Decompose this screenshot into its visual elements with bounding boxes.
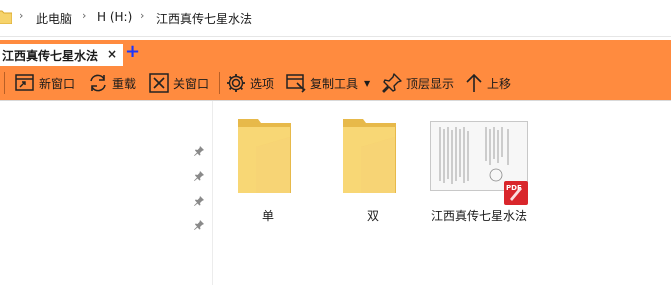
up-button[interactable]: 上移 (464, 66, 511, 100)
options-label: 选项 (250, 76, 275, 91)
tab-active[interactable]: 江西真传七星水法 × (0, 42, 123, 66)
navigation-pane[interactable] (0, 101, 213, 285)
toolbar: 新窗口 重载 关窗口 选项 复制工具 ▼ 顶层显示 上移 (0, 66, 671, 101)
copy-tool-icon (285, 72, 307, 94)
pin-icon (381, 72, 403, 94)
folder-icon (339, 115, 401, 198)
toolbar-divider (219, 72, 220, 94)
options-button[interactable]: 选项 (225, 66, 274, 100)
copy-tool-button[interactable]: 复制工具 ▼ (285, 66, 370, 100)
dropdown-arrow-icon[interactable]: ▼ (364, 79, 370, 88)
file-name: 双 (366, 209, 379, 223)
gear-icon (225, 72, 247, 94)
toolbar-divider (4, 72, 5, 94)
tab-bar: 江西真传七星水法 × + (0, 40, 671, 66)
breadcrumb-this-pc[interactable]: 此电脑 (36, 10, 72, 27)
pdf-badge-label: PDF (506, 184, 522, 192)
close-icon[interactable]: × (107, 47, 117, 61)
folder-icon (0, 10, 13, 27)
file-name: 单 (261, 209, 274, 223)
new-window-icon (14, 72, 36, 94)
breadcrumb-current-folder[interactable]: 江西真传七星水法 (156, 10, 252, 27)
new-window-button[interactable]: 新窗口 (14, 66, 75, 100)
chevron-right-icon[interactable]: › (140, 9, 144, 22)
file-name: 江西真传七星水法 (430, 209, 527, 223)
copy-tool-label: 复制工具 (310, 76, 359, 91)
pdf-icon: PDF (504, 181, 528, 208)
pin-icon[interactable] (193, 195, 205, 210)
pin-icon[interactable] (193, 219, 205, 234)
pin-icon[interactable] (193, 145, 205, 160)
arrow-up-icon (464, 72, 484, 94)
refresh-icon (87, 72, 109, 94)
chevron-right-icon[interactable]: › (19, 9, 23, 22)
close-window-button[interactable]: 关窗口 (148, 66, 209, 100)
new-window-label: 新窗口 (39, 76, 76, 91)
add-tab-button[interactable]: + (125, 42, 140, 62)
top-display-button[interactable]: 顶层显示 (381, 66, 454, 100)
close-window-icon (148, 72, 170, 94)
reload-button[interactable]: 重载 (87, 66, 136, 100)
reload-label: 重载 (112, 76, 137, 91)
address-bar[interactable]: › 此电脑 › H (H:) › 江西真传七星水法 (0, 0, 671, 37)
folder-icon (234, 115, 296, 198)
pin-icon[interactable] (193, 170, 205, 185)
breadcrumb-drive-h[interactable]: H (H:) (97, 10, 132, 24)
chevron-right-icon[interactable]: › (82, 9, 86, 22)
tab-label: 江西真传七星水法 (2, 48, 99, 63)
close-window-label: 关窗口 (173, 76, 210, 91)
up-label: 上移 (487, 76, 512, 91)
top-display-label: 顶层显示 (406, 76, 455, 91)
